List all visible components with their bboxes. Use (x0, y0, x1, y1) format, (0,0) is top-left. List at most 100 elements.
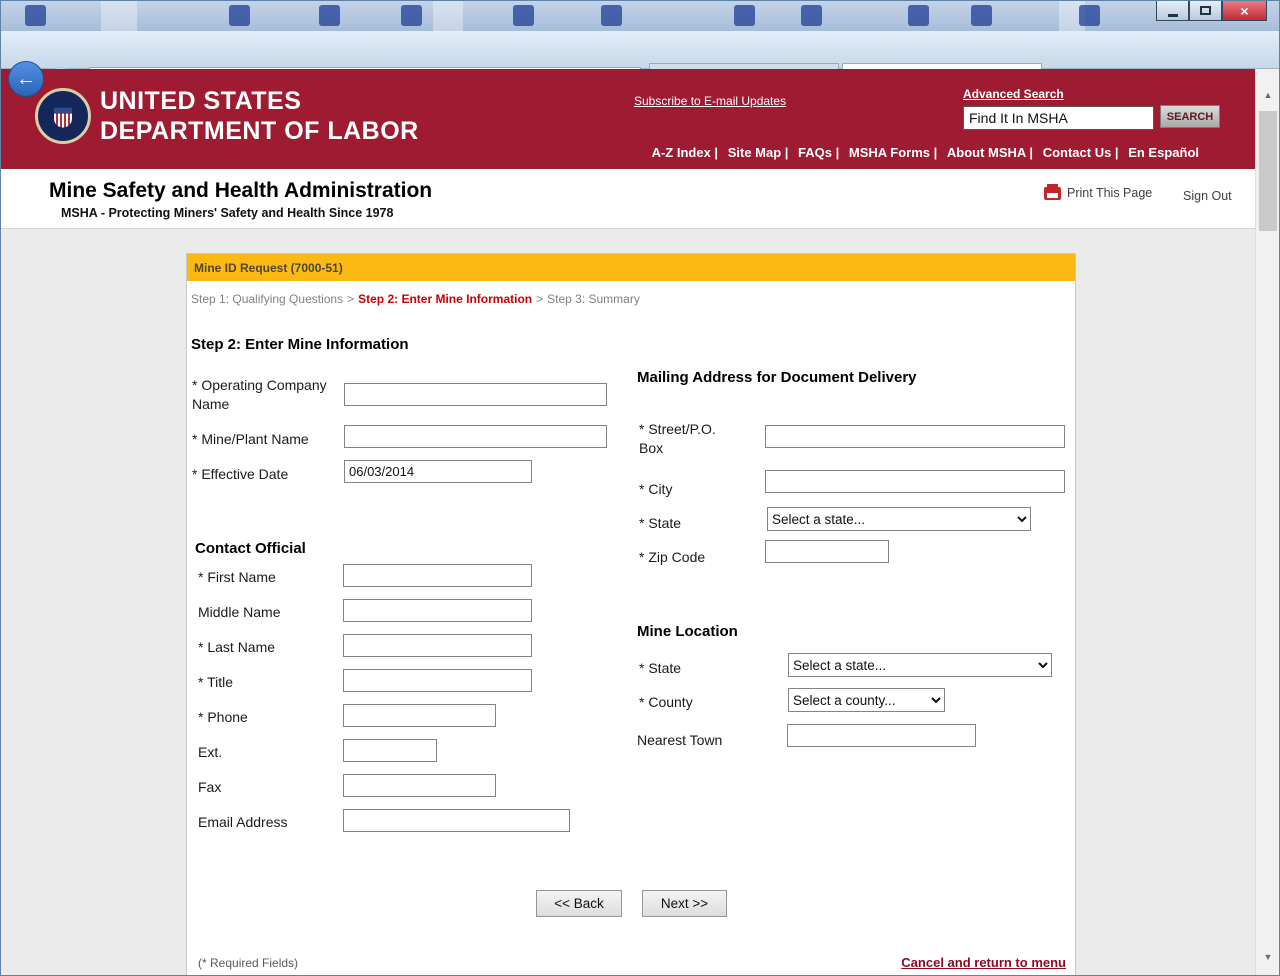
nav-az-index[interactable]: A-Z Index | (652, 145, 718, 160)
step-heading: Step 2: Enter Mine Information (191, 336, 409, 353)
site-title: Mine Safety and Health Administration (49, 179, 432, 203)
nav-about-msha[interactable]: About MSHA | (947, 145, 1033, 160)
email-input[interactable] (343, 809, 570, 832)
form-panel: Mine ID Request (7000-51) Step 1: Qualif… (186, 253, 1076, 975)
maximize-button[interactable] (1189, 1, 1222, 21)
breadcrumb-step1[interactable]: Step 1: Qualifying Questions (191, 292, 343, 306)
cancel-return-link[interactable]: Cancel and return to menu (901, 955, 1066, 970)
title-label: * Title (198, 673, 233, 692)
breadcrumb: Step 1: Qualifying Questions > Step 2: Ent… (191, 292, 644, 306)
desktop-icon (229, 5, 250, 26)
desktop-icon (401, 5, 422, 26)
nav-msha-forms[interactable]: MSHA Forms | (849, 145, 937, 160)
sign-out-link[interactable]: Sign Out (1183, 189, 1232, 203)
agency-line1: UNITED STATES (100, 86, 419, 116)
advanced-search-link[interactable]: Advanced Search (963, 87, 1064, 101)
back-step-button[interactable]: << Back (536, 890, 622, 917)
breadcrumb-separator: > (347, 292, 354, 306)
msha-search-button[interactable]: SEARCH (1160, 105, 1220, 128)
zip-input[interactable] (765, 540, 889, 563)
printer-icon (1044, 187, 1061, 200)
nav-contact-us[interactable]: Contact Us | (1043, 145, 1119, 160)
title-input[interactable] (343, 669, 532, 692)
msha-search-input[interactable] (963, 106, 1154, 130)
fax-input[interactable] (343, 774, 496, 797)
last-name-label: * Last Name (198, 638, 275, 657)
masthead-nav: A-Z Index | Site Map | FAQs | MSHA Forms… (646, 145, 1199, 160)
page-background: Mine ID Request (7000-51) Step 1: Qualif… (1, 229, 1257, 975)
ext-input[interactable] (343, 739, 437, 762)
agency-name: UNITED STATES DEPARTMENT OF LABOR (100, 86, 419, 146)
breadcrumb-separator: > (536, 292, 543, 306)
minimize-icon (1168, 14, 1178, 17)
desktop-icon (513, 5, 534, 26)
back-button[interactable]: ← (8, 61, 44, 97)
mailing-address-heading: Mailing Address for Document Delivery (637, 369, 917, 386)
phone-input[interactable] (343, 704, 496, 727)
maximize-icon (1200, 6, 1211, 15)
browser-window: × ← → e http://lakdnettest.msha.dir.labo… (0, 0, 1280, 976)
nearest-town-input[interactable] (787, 724, 976, 747)
agency-line2: DEPARTMENT OF LABOR (100, 116, 419, 146)
breadcrumb-step2-current: Step 2: Enter Mine Information (358, 292, 532, 306)
scrollbar-thumb[interactable] (1259, 111, 1277, 231)
phone-label: * Phone (198, 708, 248, 727)
desktop-icon (971, 5, 992, 26)
desktop-icon (908, 5, 929, 26)
mine-plant-input[interactable] (344, 425, 607, 448)
page-scrollbar[interactable]: ▲ ▼ (1255, 69, 1279, 976)
subscribe-link[interactable]: Subscribe to E-mail Updates (634, 94, 786, 108)
effective-date-label: * Effective Date (192, 465, 352, 484)
contact-official-heading: Contact Official (195, 540, 306, 557)
site-tagline: MSHA - Protecting Miners' Safety and Hea… (61, 206, 393, 220)
desktop-icon (801, 5, 822, 26)
print-this-page[interactable]: Print This Page (1044, 186, 1152, 200)
middle-name-label: Middle Name (198, 603, 280, 622)
browser-navbar: ← → e http://lakdnettest.msha.dir.labor.… (1, 31, 1280, 69)
nav-faqs[interactable]: FAQs | (798, 145, 839, 160)
desktop-icon (25, 5, 46, 26)
email-label: Email Address (198, 813, 287, 832)
desktop-icon (319, 5, 340, 26)
required-fields-note: (* Required Fields) (198, 956, 298, 970)
desktop-icon (1079, 5, 1100, 26)
next-step-button[interactable]: Next >> (642, 890, 727, 917)
dol-seal-shield (54, 108, 72, 128)
street-input[interactable] (765, 425, 1065, 448)
city-input[interactable] (765, 470, 1065, 493)
close-icon: × (1240, 4, 1248, 18)
desktop-icon (601, 5, 622, 26)
close-button[interactable]: × (1222, 1, 1267, 21)
operating-company-input[interactable] (344, 383, 607, 406)
window-controls: × (1156, 1, 1267, 21)
desktop-background (101, 1, 137, 31)
middle-name-input[interactable] (343, 599, 532, 622)
city-label: * City (639, 480, 672, 499)
mailing-state-select[interactable]: Select a state... (767, 507, 1031, 531)
nearest-town-label: Nearest Town (637, 731, 722, 750)
back-icon: ← (16, 68, 36, 91)
mine-plant-label: * Mine/Plant Name (192, 430, 352, 449)
desktop-background (433, 1, 463, 31)
location-county-select[interactable]: Select a county... (788, 688, 945, 712)
dol-seal-logo (35, 88, 91, 144)
nav-site-map[interactable]: Site Map | (728, 145, 789, 160)
location-county-label: * County (639, 693, 693, 712)
location-state-select[interactable]: Select a state... (788, 653, 1052, 677)
street-label: * Street/P.O. Box (639, 420, 741, 458)
first-name-input[interactable] (343, 564, 532, 587)
location-state-label: * State (639, 659, 681, 678)
first-name-label: * First Name (198, 568, 276, 587)
minimize-button[interactable] (1156, 1, 1189, 21)
zip-label: * Zip Code (639, 548, 705, 567)
effective-date-input[interactable] (344, 460, 532, 483)
scroll-down-icon[interactable]: ▼ (1256, 947, 1280, 967)
nav-en-espanol[interactable]: En Español (1128, 145, 1199, 160)
desktop-icon (734, 5, 755, 26)
last-name-input[interactable] (343, 634, 532, 657)
print-label: Print This Page (1067, 186, 1152, 200)
mine-location-heading: Mine Location (637, 623, 738, 640)
breadcrumb-step3: Step 3: Summary (547, 292, 640, 306)
msha-banner: Mine Safety and Health Administration MS… (1, 169, 1257, 229)
scroll-up-icon[interactable]: ▲ (1256, 85, 1280, 105)
